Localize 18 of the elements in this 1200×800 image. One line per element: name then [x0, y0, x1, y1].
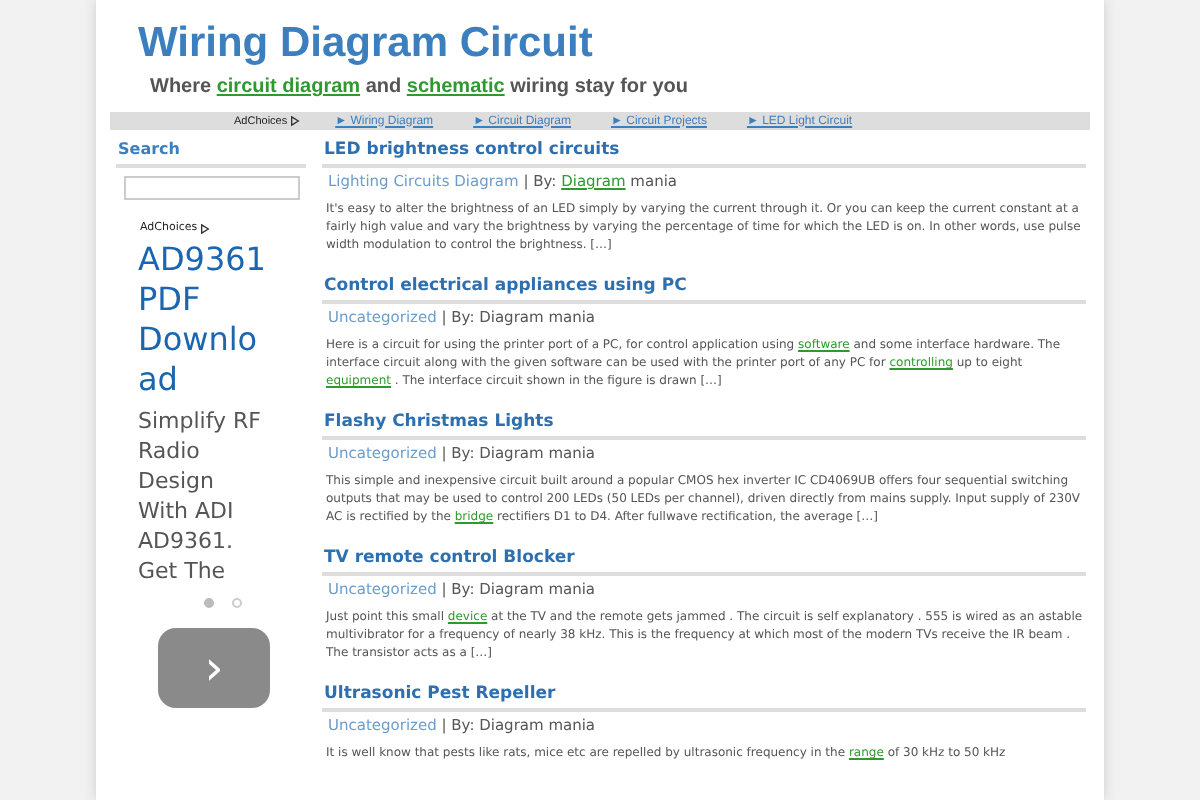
carousel-dot[interactable]	[204, 598, 214, 608]
post-title[interactable]: LED brightness control circuits	[322, 134, 1086, 168]
ad-text: Simplify RF Radio Design With ADI AD9361. Get The	[136, 406, 264, 586]
play-triangle-icon[interactable]	[199, 223, 210, 233]
site-title[interactable]: Wiring Diagram Circuit	[138, 18, 593, 70]
sidebar-heading: Search	[116, 134, 306, 168]
post-title[interactable]: TV remote control Blocker	[322, 542, 1086, 576]
carousel-dot[interactable]	[232, 598, 242, 608]
next-button[interactable]: ›	[158, 628, 270, 708]
post-title[interactable]: Control electrical appliances using PC	[322, 270, 1086, 304]
text-link[interactable]: circuit diagram	[216, 76, 361, 98]
text-link[interactable]: schematic	[406, 76, 505, 98]
post-title[interactable]: Flashy Christmas Lights	[322, 406, 1086, 440]
post-title[interactable]: Ultrasonic Pest Repeller	[322, 678, 1086, 712]
play-triangle-icon[interactable]	[289, 116, 300, 126]
search-field[interactable]	[124, 176, 300, 200]
site-tagline: Where circuit diagram and schematic wiring stay for you	[148, 74, 690, 100]
ad-headline[interactable]: AD9361 PDF Download	[116, 234, 274, 400]
